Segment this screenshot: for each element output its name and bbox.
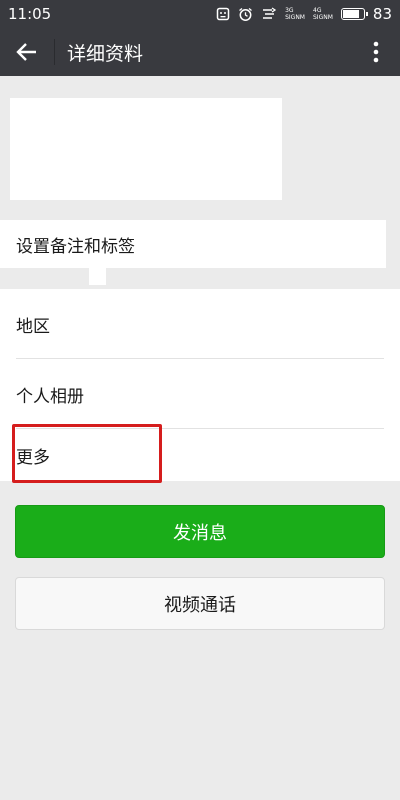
status-time: 11:05 <box>8 5 52 23</box>
signal-3g-label: SIGNM <box>285 14 305 21</box>
signal-3g-text: 3G <box>285 7 294 14</box>
region-row[interactable]: 地区 <box>0 289 400 359</box>
profile-card-content[interactable] <box>10 98 282 200</box>
back-button[interactable] <box>0 28 54 76</box>
data-transfer-icon <box>263 7 277 19</box>
nav-bar: 详细资料 <box>0 28 400 76</box>
decorative-block <box>89 268 106 285</box>
tag-row-gap <box>386 220 400 268</box>
signal-4g-text: 4G <box>313 7 322 14</box>
signal-4g-indicator: 4G SIGNM <box>313 7 333 21</box>
photo-album-label: 个人相册 <box>16 386 84 407</box>
video-call-button[interactable]: 视频通话 <box>15 577 385 630</box>
region-label: 地区 <box>16 316 50 337</box>
more-menu-button[interactable] <box>352 28 400 76</box>
signal-4g-label: SIGNM <box>313 14 333 21</box>
arrow-left-icon <box>16 43 36 61</box>
photo-album-row[interactable]: 个人相册 <box>0 359 400 429</box>
nav-divider <box>54 39 55 65</box>
more-vertical-icon <box>373 41 379 63</box>
set-remark-tags-label: 设置备注和标签 <box>16 236 135 257</box>
notification-icon <box>216 7 230 21</box>
signal-3g-indicator: 3G SIGNM <box>285 7 305 21</box>
set-remark-tags-row[interactable]: 设置备注和标签 <box>0 220 400 268</box>
page-title: 详细资料 <box>67 42 144 65</box>
send-message-button[interactable]: 发消息 <box>15 505 385 558</box>
battery-icon <box>340 8 368 20</box>
profile-card <box>0 96 400 202</box>
status-icons: 3G SIGNM 4G SIGNM 83 <box>216 5 392 23</box>
battery-level: 83 <box>372 5 392 23</box>
alarm-icon <box>239 7 252 21</box>
video-call-label: 视频通话 <box>164 594 236 616</box>
status-bar: 11:05 3G SIGNM 4G SIGNM 83 <box>0 0 400 28</box>
highlight-box <box>12 424 162 483</box>
send-message-label: 发消息 <box>173 522 227 544</box>
